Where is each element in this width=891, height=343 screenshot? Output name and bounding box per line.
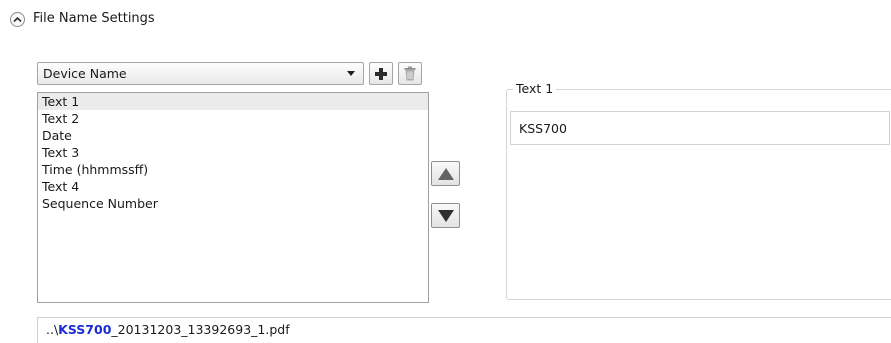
field-type-dropdown[interactable]: Device Name	[37, 62, 364, 85]
preview-prefix: ..\	[46, 322, 59, 337]
dropdown-arrow-icon	[347, 71, 355, 76]
section-title: File Name Settings	[33, 11, 155, 26]
trash-icon	[404, 66, 416, 81]
text-value-input[interactable]	[510, 111, 890, 145]
delete-button[interactable]	[398, 62, 422, 85]
move-down-button[interactable]	[431, 203, 460, 228]
collapse-toggle-button[interactable]	[10, 12, 25, 27]
list-item[interactable]: Text 4	[38, 178, 428, 195]
group-legend: Text 1	[513, 81, 557, 96]
preview-suffix: _20131203_13392693_1.pdf	[111, 322, 290, 337]
plus-icon	[375, 67, 387, 80]
list-item[interactable]: Date	[38, 127, 428, 144]
move-up-button[interactable]	[431, 161, 460, 186]
arrow-up-icon	[437, 167, 454, 180]
add-button[interactable]	[369, 62, 393, 85]
preview-highlight: KSS700	[58, 322, 112, 337]
list-item[interactable]: Text 3	[38, 144, 428, 161]
chevron-up-icon	[13, 16, 22, 23]
field-list[interactable]: Text 1 Text 2 Date Text 3 Time (hhmmssff) Tex…	[37, 92, 429, 303]
list-item[interactable]: Text 1	[38, 93, 428, 110]
filename-preview: ..\KSS700_20131203_13392693_1.pdf	[37, 317, 891, 343]
list-item[interactable]: Time (hhmmssff)	[38, 161, 428, 178]
dropdown-selected-value: Device Name	[43, 66, 127, 81]
list-item[interactable]: Sequence Number	[38, 195, 428, 212]
list-item[interactable]: Text 2	[38, 110, 428, 127]
arrow-down-icon	[437, 209, 454, 222]
